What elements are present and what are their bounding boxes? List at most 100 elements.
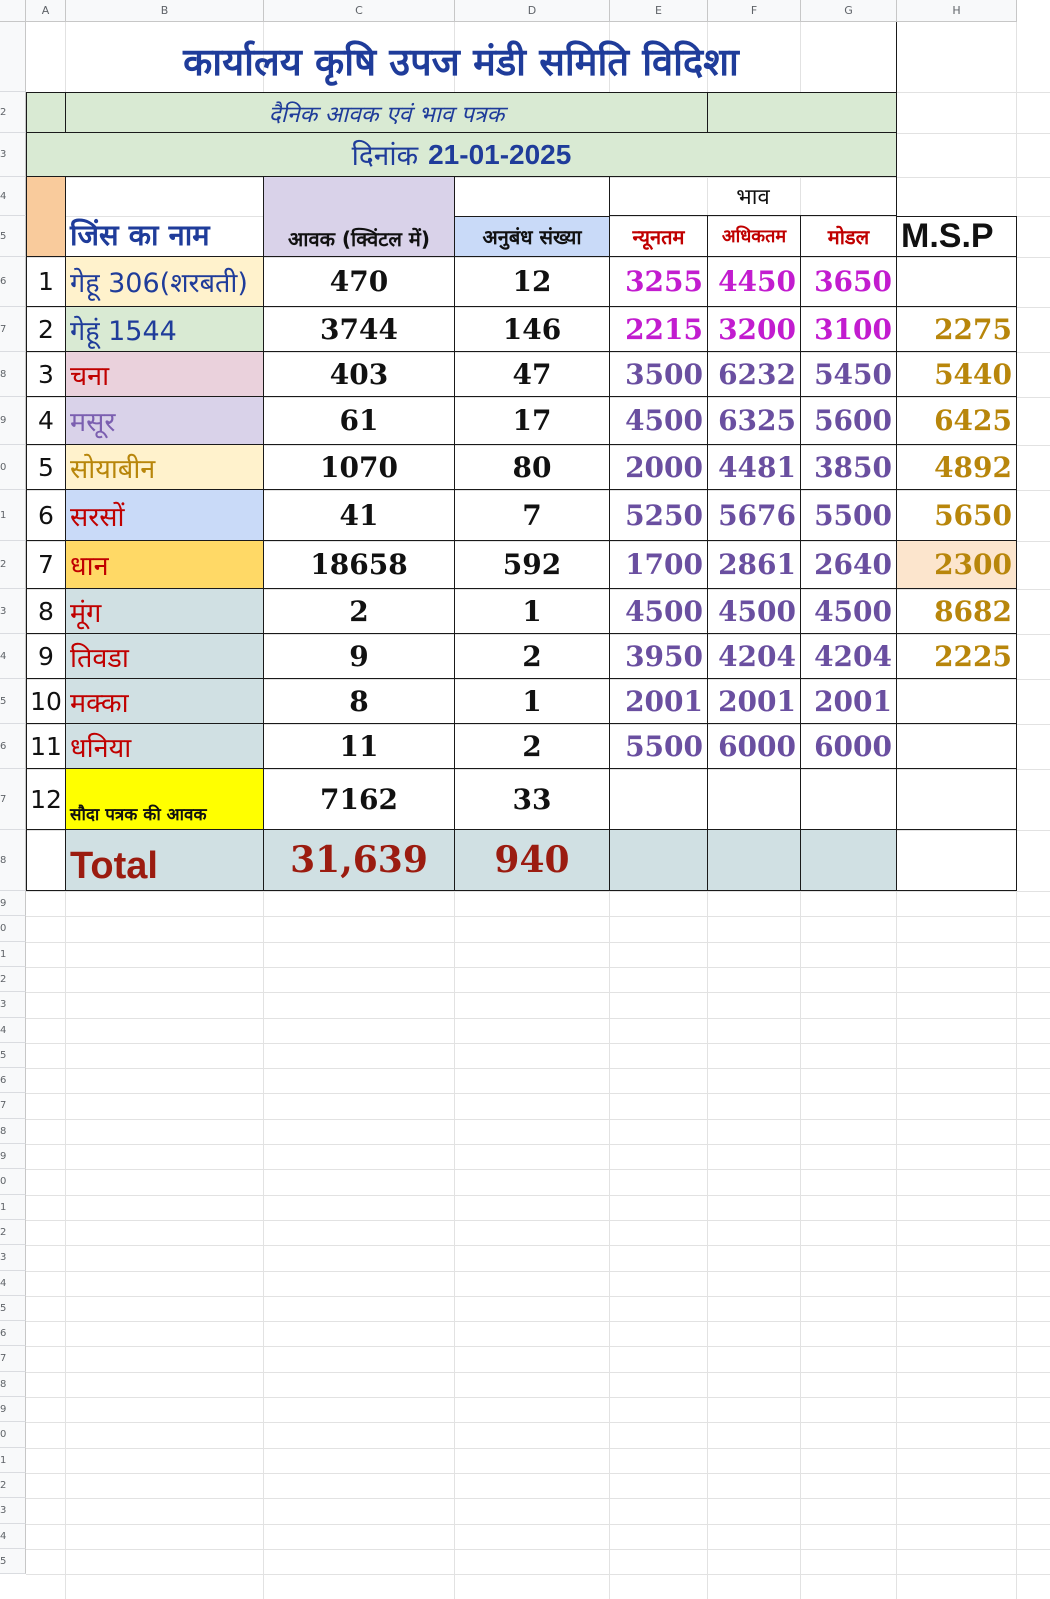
msp-value[interactable]: 8682 xyxy=(897,589,1017,634)
row-header[interactable]: 9 xyxy=(0,1397,26,1422)
total-arrival[interactable]: 31,639 xyxy=(264,830,455,891)
msp-value[interactable] xyxy=(897,724,1017,769)
corner-cell[interactable] xyxy=(0,0,26,22)
min-price[interactable]: 5500 xyxy=(610,724,708,769)
subtitle[interactable]: दैनिक आवक एवं भाव पत्रक xyxy=(66,92,708,133)
row-header[interactable]: 6 xyxy=(0,257,26,307)
row-header[interactable]: 0 xyxy=(0,445,26,490)
row-header[interactable]: 9 xyxy=(0,1144,26,1169)
arrival-value[interactable]: 61 xyxy=(264,397,455,445)
msp-value[interactable]: 5650 xyxy=(897,490,1017,541)
serial-number[interactable]: 11 xyxy=(26,724,66,769)
min-price[interactable]: 3500 xyxy=(610,352,708,397)
header-arrival[interactable]: आवक (क्विंटल में) xyxy=(264,177,455,257)
modal-price[interactable] xyxy=(801,769,897,830)
row-header[interactable]: 9 xyxy=(0,891,26,916)
contracts-value[interactable]: 1 xyxy=(455,589,610,634)
row-header[interactable]: 1 xyxy=(0,1195,26,1220)
contracts-value[interactable]: 17 xyxy=(455,397,610,445)
modal-price[interactable]: 4500 xyxy=(801,589,897,634)
row-header[interactable]: 2 xyxy=(0,92,26,133)
modal-price[interactable]: 3100 xyxy=(801,307,897,352)
contracts-value[interactable]: 7 xyxy=(455,490,610,541)
row-header[interactable]: 4 xyxy=(0,177,26,216)
row-header[interactable]: 5 xyxy=(0,1296,26,1321)
serial-number[interactable]: 7 xyxy=(26,541,66,589)
serial-number[interactable]: 4 xyxy=(26,397,66,445)
row-header[interactable]: 3 xyxy=(0,1498,26,1524)
commodity-name[interactable]: मसूर xyxy=(66,397,264,445)
msp-value[interactable] xyxy=(897,769,1017,830)
header-sn-cell[interactable] xyxy=(26,177,66,257)
commodity-name[interactable]: सोयाबीन xyxy=(66,445,264,490)
row-header[interactable]: 4 xyxy=(0,1018,26,1043)
row-header[interactable]: 9 xyxy=(0,397,26,445)
subtitle-lead-cell[interactable] xyxy=(26,92,66,133)
column-header-f[interactable]: F xyxy=(708,0,801,22)
date-row[interactable]: दिनांक 21-01-2025 xyxy=(26,133,897,177)
max-price[interactable]: 4481 xyxy=(708,445,801,490)
min-price[interactable]: 2000 xyxy=(610,445,708,490)
msp-value[interactable]: 2225 xyxy=(897,634,1017,679)
min-price[interactable]: 3950 xyxy=(610,634,708,679)
min-price[interactable]: 2215 xyxy=(610,307,708,352)
row-header[interactable]: 8 xyxy=(0,1372,26,1397)
header-price-group[interactable]: भाव xyxy=(610,177,897,216)
arrival-value[interactable]: 11 xyxy=(264,724,455,769)
serial-number[interactable]: 12 xyxy=(26,769,66,830)
msp-value[interactable]: 6425 xyxy=(897,397,1017,445)
page-title[interactable]: कार्यालय कृषि उपज मंडी समिति विदिशा xyxy=(26,22,897,92)
column-header-c[interactable]: C xyxy=(264,0,455,22)
total-min-cell[interactable] xyxy=(610,830,708,891)
row-header[interactable]: 2 xyxy=(0,1220,26,1245)
modal-price[interactable]: 5450 xyxy=(801,352,897,397)
row-header[interactable]: 3 xyxy=(0,992,26,1018)
row-header[interactable]: 3 xyxy=(0,133,26,177)
contracts-value[interactable]: 33 xyxy=(455,769,610,830)
msp-value[interactable]: 2300 xyxy=(897,541,1017,589)
row-header[interactable]: 8 xyxy=(0,1119,26,1144)
commodity-name[interactable]: तिवडा xyxy=(66,634,264,679)
serial-number[interactable]: 6 xyxy=(26,490,66,541)
max-price[interactable]: 2001 xyxy=(708,679,801,724)
arrival-value[interactable]: 1070 xyxy=(264,445,455,490)
modal-price[interactable]: 3650 xyxy=(801,257,897,307)
row-header[interactable]: 1 xyxy=(0,942,26,967)
row-header[interactable]: 3 xyxy=(0,589,26,634)
modal-price[interactable]: 5600 xyxy=(801,397,897,445)
modal-price[interactable]: 5500 xyxy=(801,490,897,541)
commodity-name[interactable]: गेहू 306(शरबती) xyxy=(66,257,264,307)
row-header[interactable]: 2 xyxy=(0,541,26,589)
total-max-cell[interactable] xyxy=(708,830,801,891)
max-price[interactable]: 2861 xyxy=(708,541,801,589)
min-price[interactable]: 1700 xyxy=(610,541,708,589)
commodity-name[interactable]: सरसों xyxy=(66,490,264,541)
header-contracts-top[interactable] xyxy=(455,177,610,216)
row-header[interactable]: 0 xyxy=(0,1422,26,1448)
commodity-name[interactable]: मक्का xyxy=(66,679,264,724)
commodity-name[interactable]: धान xyxy=(66,541,264,589)
commodity-name[interactable]: धनिया xyxy=(66,724,264,769)
row-header[interactable]: 0 xyxy=(0,916,26,942)
modal-price[interactable]: 3850 xyxy=(801,445,897,490)
msp-value[interactable] xyxy=(897,679,1017,724)
min-price[interactable]: 3255 xyxy=(610,257,708,307)
row-header[interactable]: 5 xyxy=(0,679,26,724)
arrival-value[interactable]: 2 xyxy=(264,589,455,634)
arrival-value[interactable]: 470 xyxy=(264,257,455,307)
contracts-value[interactable]: 80 xyxy=(455,445,610,490)
row-header[interactable]: 5 xyxy=(0,1043,26,1068)
min-price[interactable]: 4500 xyxy=(610,589,708,634)
arrival-value[interactable]: 403 xyxy=(264,352,455,397)
header-name[interactable]: जिंस का नाम xyxy=(66,177,264,257)
header-msp[interactable]: M.S.P xyxy=(897,216,1017,257)
row-header[interactable]: 2 xyxy=(0,967,26,992)
max-price[interactable]: 4500 xyxy=(708,589,801,634)
arrival-value[interactable]: 9 xyxy=(264,634,455,679)
row-header[interactable]: 6 xyxy=(0,1321,26,1346)
serial-number[interactable]: 5 xyxy=(26,445,66,490)
max-price[interactable]: 6000 xyxy=(708,724,801,769)
header-max[interactable]: अधिकतम xyxy=(708,216,801,257)
column-header-d[interactable]: D xyxy=(455,0,610,22)
commodity-name[interactable]: चना xyxy=(66,352,264,397)
